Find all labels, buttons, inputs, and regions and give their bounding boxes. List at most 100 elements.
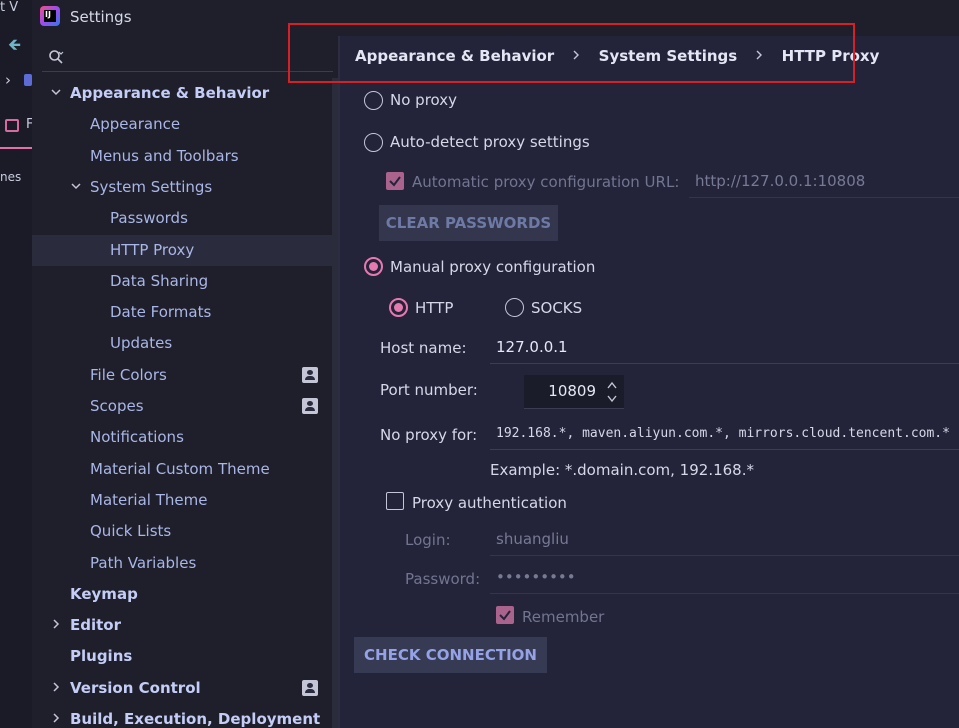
sidebar-item-path-variables[interactable]: Path Variables	[32, 548, 334, 579]
window-title: Settings	[70, 8, 132, 26]
chevron-down-icon[interactable]	[50, 86, 62, 98]
remember-label[interactable]: Remember	[522, 608, 604, 626]
http-radio[interactable]	[389, 298, 408, 317]
sidebar-item-menus-and-toolbars[interactable]: Menus and Toolbars	[32, 141, 334, 172]
sidebar-item-label: Build, Execution, Deployment	[70, 710, 321, 728]
manual-proxy-label[interactable]: Manual proxy configuration	[390, 258, 595, 276]
sidebar-item-file-colors[interactable]: File Colors	[32, 360, 334, 391]
chevron-right-icon[interactable]	[50, 712, 62, 724]
arrow-down-icon[interactable]	[607, 395, 617, 403]
breadcrumb-item-http-proxy: HTTP Proxy	[781, 46, 880, 65]
sidebar-item-label: Version Control	[70, 678, 201, 697]
auto-config-url-checkbox[interactable]	[386, 172, 404, 190]
auto-detect-radio[interactable]	[364, 133, 383, 152]
check-connection-button[interactable]: CHECK CONNECTION	[354, 637, 547, 673]
no-proxy-example: Example: *.domain.com, 192.168.*	[490, 461, 754, 479]
auto-config-url-label: Automatic proxy configuration URL:	[412, 173, 680, 191]
sidebar-item-system-settings[interactable]: System Settings	[32, 172, 334, 203]
remember-checkbox[interactable]	[496, 606, 514, 624]
sidebar-item-scopes[interactable]: Scopes	[32, 391, 334, 422]
settings-search-field[interactable]	[42, 42, 333, 72]
chevron-right-icon[interactable]	[50, 681, 62, 693]
sidebar-item-build-execution-deployment[interactable]: Build, Execution, Deployment	[32, 704, 334, 728]
sidebar-item-editor[interactable]: Editor	[32, 610, 334, 641]
port-number-spinner[interactable]: 10809	[524, 375, 624, 409]
sidebar-item-data-sharing[interactable]: Data Sharing	[32, 266, 334, 297]
sidebar-item-label: Editor	[70, 616, 121, 635]
sidebar-item-label: System Settings	[90, 177, 213, 196]
breadcrumb: Appearance & Behavior System Settings HT…	[355, 46, 879, 68]
sidebar-item-label: Notifications	[90, 428, 184, 447]
host-name-label: Host name:	[380, 339, 467, 357]
sidebar-item-label: Appearance & Behavior	[70, 84, 270, 102]
proxy-authentication-checkbox[interactable]	[386, 492, 404, 510]
host-name-field[interactable]: 127.0.0.1	[490, 332, 959, 364]
port-number-value: 10809	[548, 382, 596, 400]
search-icon	[49, 50, 64, 64]
password-field[interactable]: •••••••••	[490, 562, 959, 594]
sidebar-item-label: Data Sharing	[110, 271, 209, 290]
http-label[interactable]: HTTP	[415, 299, 453, 317]
sidebar-item-appearance-behavior[interactable]: Appearance & Behavior	[32, 78, 334, 109]
project-scope-icon	[302, 679, 318, 696]
intellij-logo-icon: IJ	[40, 6, 60, 26]
password-label: Password:	[405, 570, 481, 588]
breadcrumb-item-system-settings[interactable]: System Settings	[599, 47, 738, 65]
sidebar-item-version-control[interactable]: Version Control	[32, 673, 334, 704]
sidebar-item-notifications[interactable]: Notifications	[32, 422, 334, 453]
arrow-up-icon[interactable]	[607, 381, 617, 389]
background-ide: t V 🡸 › F nes	[0, 0, 33, 728]
port-number-label: Port number:	[380, 381, 478, 399]
proxy-authentication-label[interactable]: Proxy authentication	[412, 494, 567, 512]
sidebar-item-label: Material Theme	[90, 490, 208, 509]
sidebar-item-quick-lists[interactable]: Quick Lists	[32, 516, 334, 547]
chevron-down-icon[interactable]	[70, 180, 82, 192]
no-proxy-radio[interactable]	[364, 91, 383, 110]
clear-passwords-button[interactable]: CLEAR PASSWORDS	[379, 205, 558, 241]
sidebar-item-label: Passwords	[110, 209, 188, 228]
background-text-fragment: nes	[0, 170, 22, 184]
sidebar-item-date-formats[interactable]: Date Formats	[32, 297, 334, 328]
window-icon	[5, 119, 19, 132]
sidebar-item-updates[interactable]: Updates	[32, 328, 334, 359]
login-field[interactable]: shuangliu	[490, 524, 959, 556]
sidebar-item-label: Path Variables	[90, 553, 197, 572]
project-icon	[24, 74, 32, 86]
sidebar-item-material-theme[interactable]: Material Theme	[32, 485, 334, 516]
sidebar-item-appearance[interactable]: Appearance	[32, 109, 334, 140]
sidebar-item-label: Keymap	[70, 584, 138, 603]
no-proxy-for-label: No proxy for:	[380, 426, 478, 444]
socks-label[interactable]: SOCKS	[531, 299, 582, 317]
manual-proxy-radio[interactable]	[364, 257, 383, 276]
sidebar-item-plugins[interactable]: Plugins	[32, 641, 334, 672]
socks-radio[interactable]	[505, 298, 524, 317]
sidebar-item-label: Appearance	[90, 115, 181, 134]
no-proxy-label[interactable]: No proxy	[390, 91, 457, 109]
sidebar-item-label: Plugins	[70, 647, 133, 666]
chevron-right-icon[interactable]	[50, 618, 62, 630]
auto-config-url-field[interactable]: http://127.0.0.1:10808	[689, 166, 959, 198]
http-proxy-panel: Appearance & Behavior System Settings HT…	[340, 36, 959, 728]
project-scope-icon	[302, 366, 318, 383]
background-menu-fragment: t V	[0, 0, 19, 15]
sidebar-item-label: HTTP Proxy	[110, 240, 195, 259]
title-bar: IJ Settings	[32, 0, 959, 36]
sidebar-item-material-custom-theme[interactable]: Material Custom Theme	[32, 454, 334, 485]
check-icon	[499, 610, 511, 621]
sidebar-item-label: Date Formats	[110, 303, 212, 322]
sidebar-item-label: Menus and Toolbars	[90, 146, 239, 165]
sidebar-item-passwords[interactable]: Passwords	[32, 203, 334, 234]
sidebar-item-keymap[interactable]: Keymap	[32, 579, 334, 610]
sidebar-item-label: Material Custom Theme	[90, 459, 270, 478]
breadcrumb-item-appearance-behavior[interactable]: Appearance & Behavior	[355, 47, 554, 65]
sidebar-item-http-proxy[interactable]: HTTP Proxy	[32, 234, 334, 266]
chevron-right-icon: ›	[5, 71, 11, 89]
project-scope-icon	[302, 398, 318, 414]
auto-detect-label[interactable]: Auto-detect proxy settings	[390, 133, 590, 151]
sidebar-item-label: Updates	[110, 334, 173, 353]
no-proxy-for-field[interactable]: 192.168.*, maven.aliyun.com.*, mirrors.c…	[490, 418, 959, 450]
settings-tree: Appearance & Behavior Appearance Menus and…	[32, 78, 334, 728]
settings-dialog: IJ Settings Appearance & Behavior Appeara…	[32, 0, 959, 728]
login-label: Login:	[405, 531, 451, 549]
sidebar-item-label: Quick Lists	[90, 522, 172, 541]
